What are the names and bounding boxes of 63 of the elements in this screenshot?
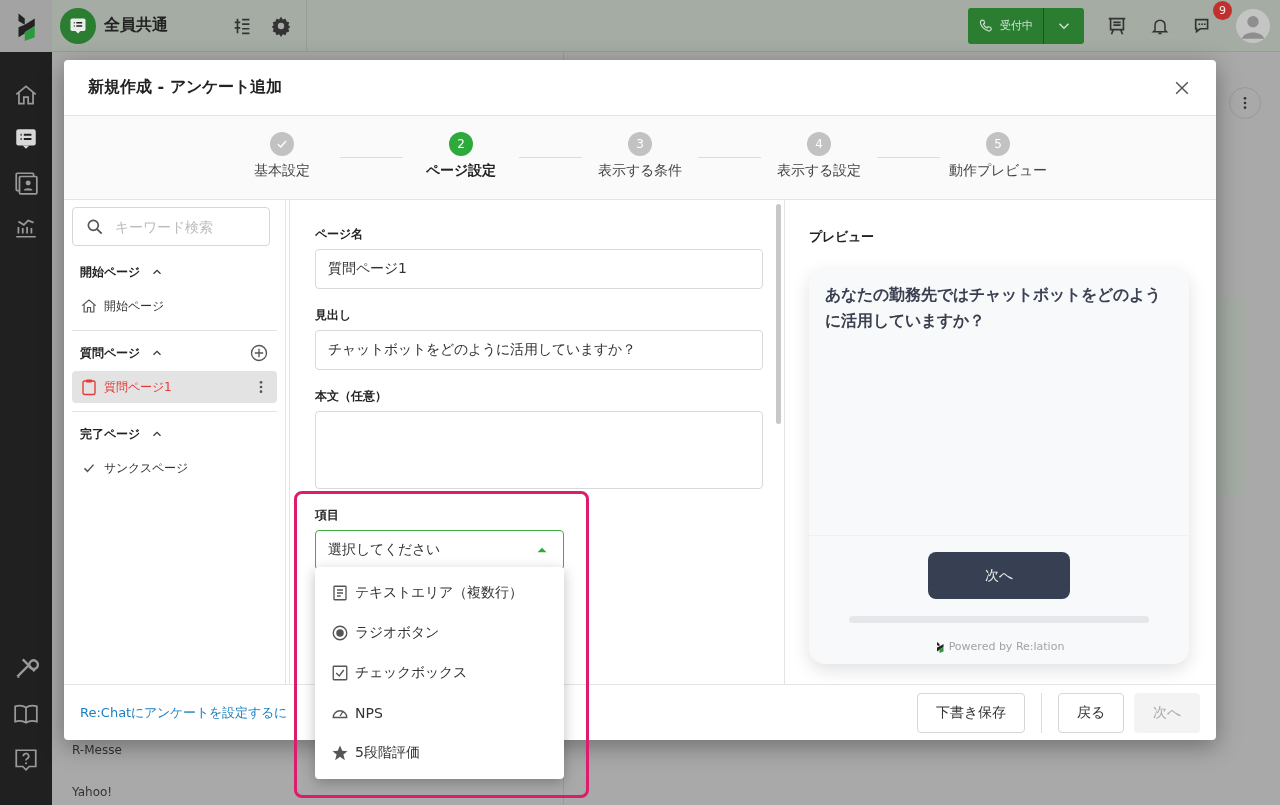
page-item-label: 開始ページ [104, 297, 164, 315]
field-label: 見出し [315, 307, 352, 324]
status-split-button[interactable]: 受付中 [968, 7, 1084, 44]
input-field[interactable]: 質問ページ1 [315, 249, 763, 289]
field-label: 本文（任意） [315, 388, 388, 405]
field-label: ページ名 [315, 226, 364, 243]
status-label: 受付中 [1000, 18, 1033, 33]
preview-title: プレビュー [809, 228, 875, 246]
step-indicator: 4 [807, 132, 831, 156]
preview-question: あなたの勤務先ではチャットボットをどのように活用していますか？ [809, 268, 1189, 536]
option-label: ラジオボタン [355, 624, 439, 642]
help-icon[interactable] [13, 747, 39, 773]
option-label: 5段階評価 [355, 744, 420, 762]
section-title: 開始ページ [80, 263, 140, 281]
dropdown-option[interactable]: ラジオボタン [315, 613, 564, 653]
text-lines-icon [331, 584, 349, 602]
step-indicator: 2 [449, 132, 473, 156]
page-item[interactable]: 開始ページ [72, 290, 277, 322]
select-field[interactable]: 選択してください [315, 530, 564, 570]
step-indicator: 5 [986, 132, 1010, 156]
phone-icon [978, 17, 994, 34]
clipboard-icon [80, 378, 98, 396]
step-label: 動作プレビュー [949, 162, 1047, 180]
option-label: NPS [355, 705, 383, 721]
workspace-name: 全員共通 [104, 15, 168, 36]
input-field[interactable]: チャットボットをどのように活用していますか？ [315, 330, 763, 370]
dropdown-option[interactable]: 5段階評価 [315, 733, 564, 773]
notification-badge: 9 [1213, 0, 1232, 20]
house-icon [80, 297, 98, 315]
footer-button[interactable]: 戻る [1058, 692, 1124, 733]
dropdown-option[interactable]: テキストエリア（複数行） [315, 573, 564, 613]
option-label: テキストエリア（複数行） [355, 584, 523, 602]
page-item[interactable]: サンクスページ [72, 452, 277, 484]
search-field[interactable]: キーワード検索 [72, 207, 270, 246]
dialog-title: 新規作成 - アンケート追加 [88, 77, 282, 98]
dropdown-option[interactable]: NPS [315, 693, 564, 733]
page-item-label: サンクスページ [104, 459, 188, 477]
radio-icon [331, 624, 349, 642]
page-item-label: 質問ページ1 [104, 378, 172, 396]
search-icon [85, 217, 105, 237]
field-label: 項目 [315, 507, 340, 524]
section-title: 完了ページ [80, 425, 140, 443]
step-label: 表示する条件 [598, 162, 682, 180]
select-prompt: 選択してください [328, 541, 440, 559]
step-label: 基本設定 [254, 162, 310, 180]
plus-icon [249, 343, 269, 363]
star-icon [331, 744, 349, 762]
add-page-button[interactable] [249, 343, 269, 363]
contacts-icon[interactable] [13, 170, 39, 196]
option-label: チェックボックス [355, 664, 467, 682]
step-indicator: 3 [628, 132, 652, 156]
step-label: 表示する設定 [777, 162, 861, 180]
step-label: ページ設定 [426, 162, 496, 180]
help-link[interactable]: Re:Chatにアンケートを設定するに [80, 703, 288, 722]
dropdown-option[interactable]: チェックボックス [315, 653, 564, 693]
list-item[interactable]: Yahoo! [72, 785, 543, 799]
scrollbar[interactable] [776, 204, 781, 424]
powered-by-text: Powered by Re:lation [948, 640, 1065, 653]
section-title: 質問ページ [80, 344, 140, 362]
footer-button[interactable]: 下書き保存 [917, 692, 1025, 733]
checkbox-icon [331, 664, 349, 682]
workspace-badge[interactable] [60, 7, 96, 44]
next-button[interactable]: 次へ [928, 552, 1070, 599]
